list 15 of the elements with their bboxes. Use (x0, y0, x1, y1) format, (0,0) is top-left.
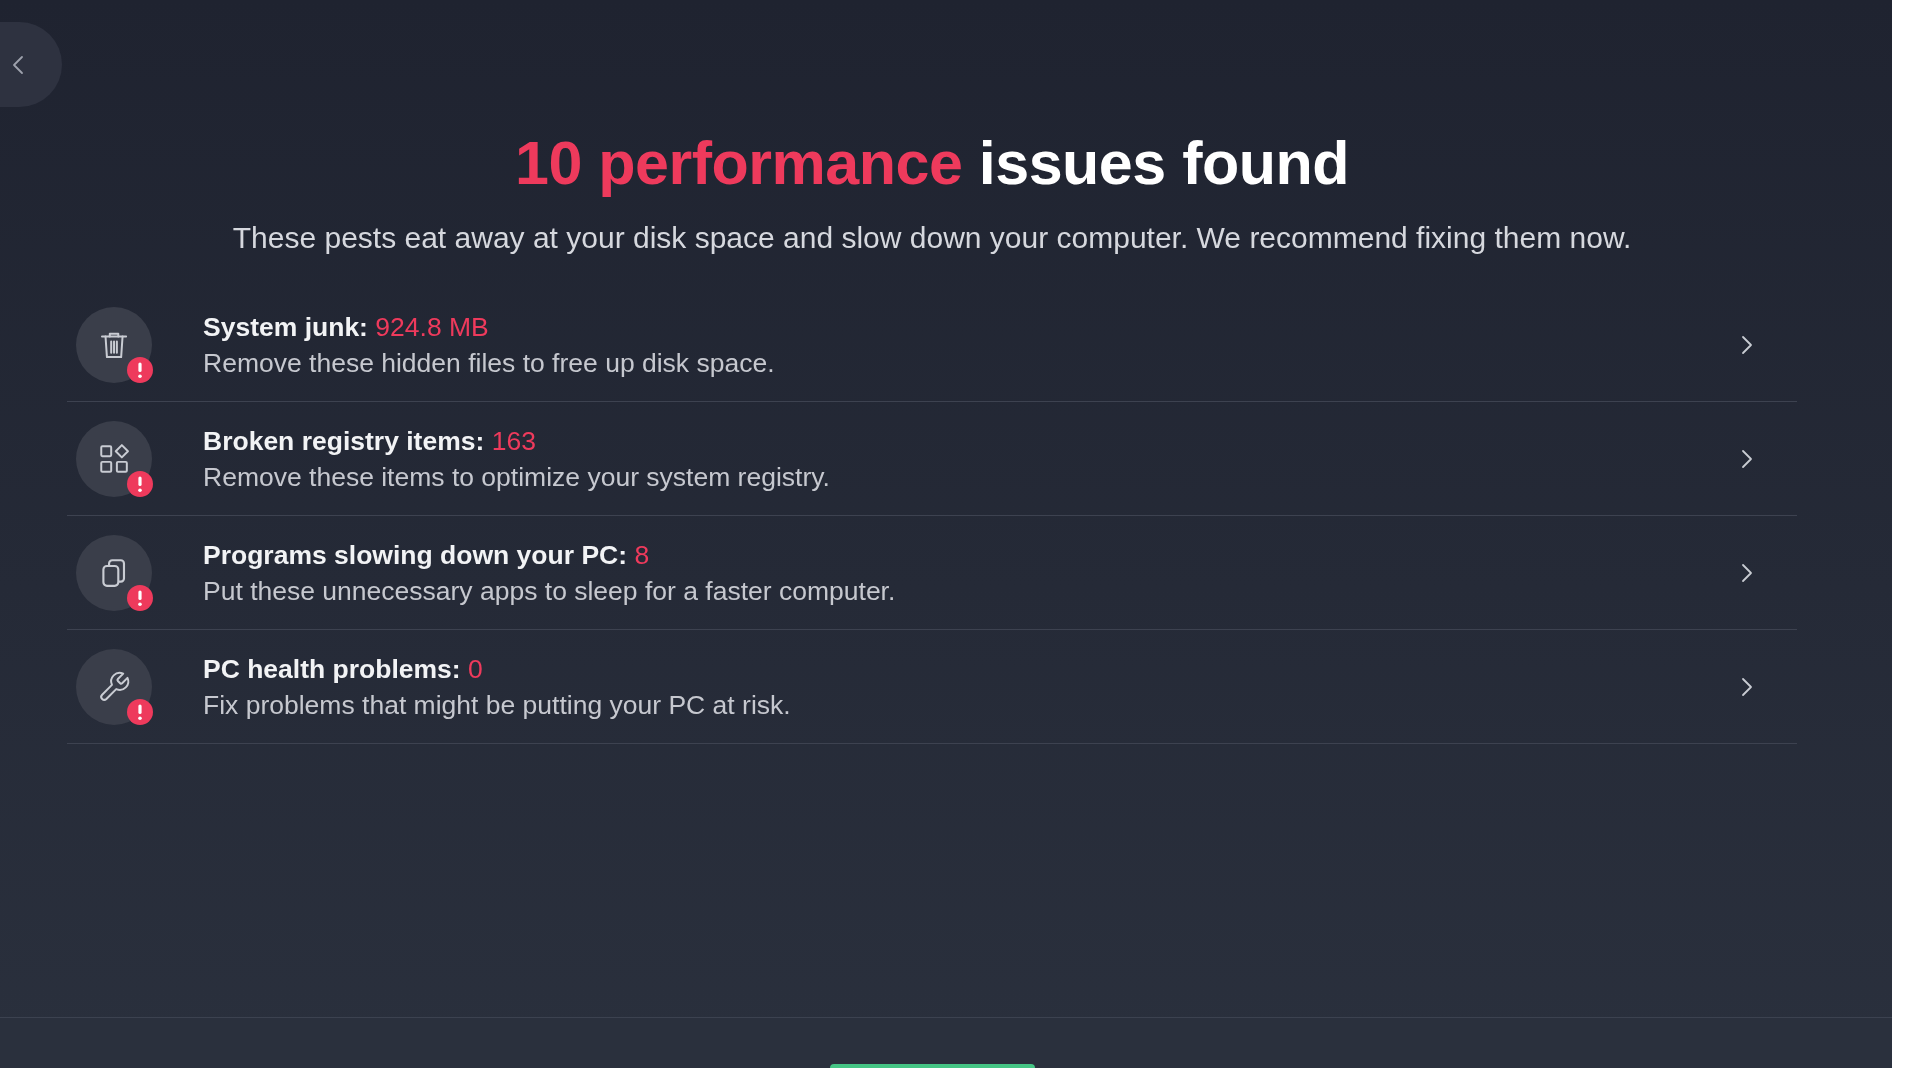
chevron-right-icon[interactable] (1741, 562, 1753, 583)
page-subtitle: These pests eat away at your disk space and slow down your computer. We recommend fixing them now. (231, 220, 1633, 256)
issue-title: PC health problems: 0 (203, 652, 484, 686)
chevron-right-icon[interactable] (1741, 448, 1753, 469)
issue-title: System junk: 924.8 MB (203, 310, 490, 344)
chevron-right-icon[interactable] (1741, 676, 1753, 697)
issue-description: Remove these items to optimize your system registry. (203, 460, 831, 494)
issue-description: Remove these hidden files to free up disk space. (203, 346, 776, 380)
page-title: 10 performance issues found (514, 128, 1350, 199)
issue-description: Fix problems that might be putting your PC at risk. (203, 688, 792, 722)
issue-title: Broken registry items: 163 (203, 424, 537, 458)
issue-title: Programs slowing down your PC: 8 (203, 538, 651, 572)
chevron-left-icon (12, 54, 24, 75)
chevron-right-icon[interactable] (1741, 334, 1753, 355)
issue-description: Put these unnecessary apps to sleep for a faster computer. (203, 574, 897, 608)
